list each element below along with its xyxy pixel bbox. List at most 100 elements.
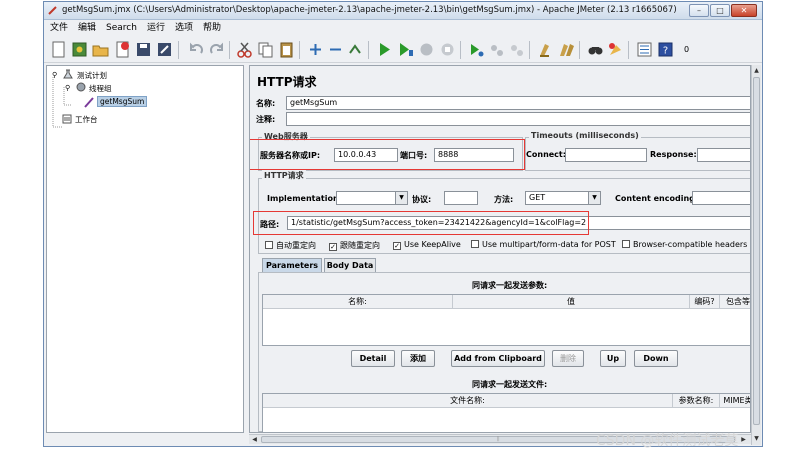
vertical-scrollbar[interactable]: ▲ ▼ — [751, 65, 761, 445]
menu-options[interactable]: 选项 — [175, 21, 193, 35]
cut-icon[interactable] — [236, 41, 253, 58]
add-button[interactable]: 添加 — [401, 350, 435, 367]
clear-icon[interactable] — [537, 41, 554, 58]
page-title: HTTP请求 — [257, 75, 317, 89]
expand-toggle-icon[interactable]: ⚲ — [65, 84, 70, 92]
reset-search-icon[interactable] — [607, 41, 624, 58]
scroll-down-icon[interactable]: ▼ — [752, 434, 761, 443]
menu-file[interactable]: 文件 — [50, 21, 68, 35]
params-header-include-equals[interactable]: 包含等 — [720, 295, 750, 309]
scroll-thumb[interactable] — [753, 77, 760, 425]
menu-edit[interactable]: 编辑 — [78, 21, 96, 35]
start-no-pause-icon[interactable] — [397, 41, 414, 58]
tree-sampler-getmsgsum[interactable]: getMsgSum — [97, 96, 148, 107]
expand-icon[interactable] — [307, 41, 324, 58]
help-icon[interactable]: ? — [657, 41, 674, 58]
browser-headers-checkbox[interactable]: Browser-compatible headers — [622, 240, 747, 249]
minimize-button[interactable]: – — [689, 4, 709, 17]
toolbar-separator — [178, 41, 179, 59]
thread-group-icon — [76, 82, 86, 92]
expand-toggle-icon[interactable]: ⚲ — [52, 71, 57, 79]
files-header-mime[interactable]: MIME类 — [720, 394, 750, 408]
files-header-filename[interactable]: 文件名称: — [263, 394, 673, 408]
tree-thread-group[interactable]: 线程组 — [89, 83, 112, 94]
comment-label: 注释: — [256, 115, 276, 124]
params-header-value[interactable]: 值 — [453, 295, 690, 309]
function-helper-icon[interactable] — [636, 41, 653, 58]
add-from-clipboard-button[interactable]: Add from Clipboard — [451, 350, 545, 367]
stop-icon[interactable] — [418, 41, 435, 58]
params-header-name[interactable]: 名称: — [263, 295, 453, 309]
tree-workbench[interactable]: 工作台 — [75, 114, 98, 125]
toolbar-separator — [229, 41, 230, 59]
tab-body-data[interactable]: Body Data — [324, 258, 376, 272]
redo-icon[interactable] — [208, 41, 225, 58]
params-caption: 同请求一起发送参数: — [472, 281, 548, 290]
connect-label: Connect: — [526, 150, 566, 159]
templates-icon[interactable] — [71, 41, 88, 58]
start-icon[interactable] — [376, 41, 393, 58]
scroll-left-icon[interactable]: ◀ — [250, 435, 259, 444]
paste-icon[interactable] — [278, 41, 295, 58]
follow-redirects-checkbox[interactable]: ✓ 跟随重定向 — [329, 240, 380, 251]
multipart-checkbox[interactable]: Use multipart/form-data for POST — [471, 240, 616, 249]
highlight-box-server — [250, 139, 525, 170]
protocol-field[interactable] — [444, 191, 478, 205]
scroll-up-icon[interactable]: ▲ — [752, 66, 761, 75]
toggle-icon[interactable] — [347, 41, 364, 58]
collapse-icon[interactable] — [327, 41, 344, 58]
tab-parameters[interactable]: Parameters — [262, 258, 322, 272]
maximize-button[interactable]: □ — [710, 4, 730, 17]
content-encoding-field[interactable] — [692, 191, 750, 205]
toolbar-separator — [368, 41, 369, 59]
files-table[interactable]: 文件名称: 参数名称: MIME类 — [262, 393, 750, 432]
new-icon[interactable] — [50, 41, 67, 58]
svg-text:?: ? — [663, 46, 668, 57]
menu-help[interactable]: 帮助 — [203, 21, 221, 35]
up-button[interactable]: Up — [600, 350, 626, 367]
connect-timeout-field[interactable] — [565, 148, 647, 162]
shutdown-icon[interactable] — [439, 41, 456, 58]
title-bar: getMsgSum.jmx (C:\Users\Administrator\De… — [44, 2, 762, 20]
params-table[interactable]: 名称: 值 编码? 包含等 — [262, 294, 750, 346]
auto-redirect-checkbox[interactable]: 自动重定向 — [265, 240, 316, 251]
checkmark-icon: ✓ — [393, 242, 401, 250]
detail-button[interactable]: Detail — [351, 350, 395, 367]
remote-stop-icon[interactable] — [488, 41, 505, 58]
protocol-label: 协议: — [412, 195, 432, 204]
undo-icon[interactable] — [188, 41, 205, 58]
keepalive-checkbox[interactable]: ✓ Use KeepAlive — [393, 240, 461, 250]
toolbar-separator — [460, 41, 461, 59]
jmeter-window: getMsgSum.jmx (C:\Users\Administrator\De… — [43, 1, 763, 447]
menu-search[interactable]: Search — [106, 21, 137, 35]
open-icon[interactable] — [92, 41, 109, 58]
checkbox-empty-icon — [622, 240, 630, 248]
save-icon[interactable] — [135, 41, 152, 58]
remote-start-icon[interactable] — [468, 41, 485, 58]
menu-run[interactable]: 运行 — [147, 21, 165, 35]
clear-all-icon[interactable] — [558, 41, 575, 58]
down-button[interactable]: Down — [634, 350, 678, 367]
timeouts-legend: Timeouts (milliseconds) — [529, 131, 641, 140]
method-select[interactable]: GET ▼ — [525, 191, 601, 205]
method-label: 方法: — [494, 195, 514, 204]
implementation-select[interactable]: ▼ — [336, 191, 408, 205]
tree-test-plan[interactable]: 测试计划 — [77, 70, 107, 81]
scroll-right-icon[interactable]: ▶ — [739, 435, 748, 444]
close-button[interactable]: ✕ — [731, 4, 757, 17]
files-header-param-name[interactable]: 参数名称: — [673, 394, 720, 408]
delete-button[interactable]: 删除 — [552, 350, 584, 367]
comment-field[interactable] — [286, 112, 750, 126]
copy-icon[interactable] — [257, 41, 274, 58]
encoding-label: Content encoding: — [615, 194, 699, 203]
name-field[interactable]: getMsgSum — [286, 96, 750, 110]
http-request-legend: HTTP请求 — [262, 170, 306, 181]
response-timeout-field[interactable] — [697, 148, 750, 162]
jmeter-feather-icon — [48, 6, 57, 15]
remote-shutdown-icon[interactable] — [508, 41, 525, 58]
highlight-box-path — [253, 211, 589, 235]
search-icon[interactable] — [587, 41, 604, 58]
params-header-encode[interactable]: 编码? — [690, 295, 720, 309]
save-as-icon[interactable] — [156, 41, 173, 58]
close-file-icon[interactable] — [114, 41, 131, 58]
